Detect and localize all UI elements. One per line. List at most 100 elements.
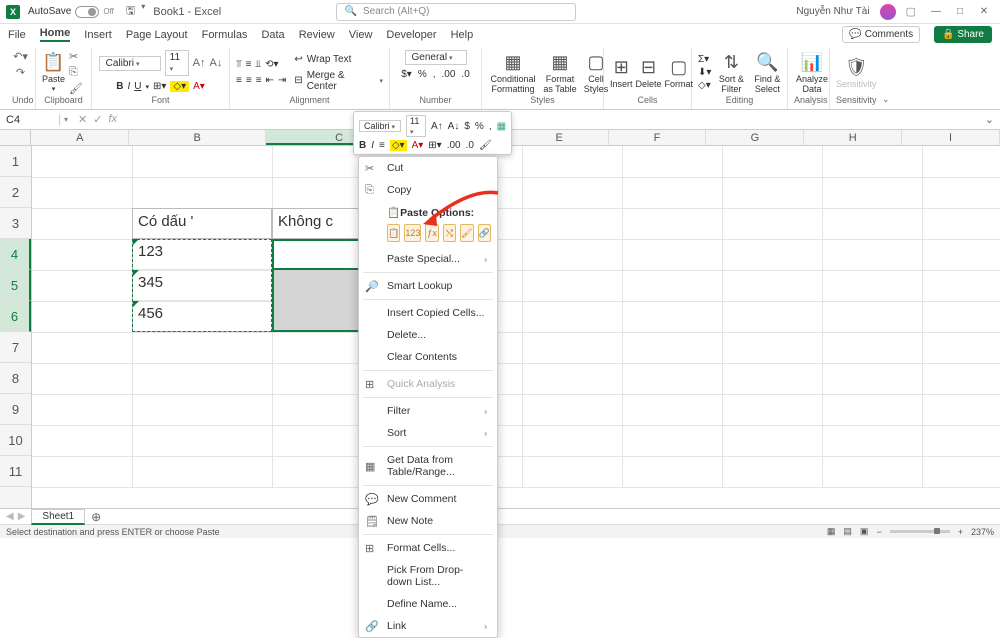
name-box[interactable]: C4	[0, 114, 60, 126]
menu-page-layout[interactable]: Page Layout	[126, 29, 188, 41]
comma-button[interactable]: ,	[433, 69, 436, 80]
format-cells-button[interactable]: ▢Format	[665, 57, 694, 89]
delete-cells-button[interactable]: ⊟Delete	[636, 57, 662, 89]
align-center-icon[interactable]: ≡	[246, 75, 252, 86]
col-header-F[interactable]: F	[609, 130, 707, 145]
cm-insert-copied[interactable]: Insert Copied Cells...	[359, 302, 497, 324]
menu-data[interactable]: Data	[261, 29, 284, 41]
mini-inc-decimal-icon[interactable]: .00	[447, 140, 461, 151]
row-header-6[interactable]: 6	[0, 301, 31, 332]
paste-opt-values[interactable]: 123	[404, 224, 421, 242]
cell-B5[interactable]: 345	[132, 270, 272, 301]
menu-insert[interactable]: Insert	[84, 29, 112, 41]
shrink-font-icon[interactable]: A↓	[210, 57, 223, 69]
cm-copy[interactable]: ⎘Copy	[359, 179, 497, 201]
indent-inc-icon[interactable]: ⇥	[278, 75, 286, 86]
font-name-select[interactable]: Calibri	[99, 56, 161, 71]
analyze-data-button[interactable]: 📊Analyze Data	[794, 52, 830, 94]
paste-opt-link[interactable]: 🔗	[478, 224, 491, 242]
namebox-dropdown-icon[interactable]: ▾	[60, 115, 72, 124]
align-top-icon[interactable]: ⫪	[236, 59, 242, 70]
redo-icon[interactable]: ↷	[16, 66, 25, 79]
fill-icon[interactable]: ⬇▾	[698, 67, 711, 78]
zoom-slider[interactable]	[890, 530, 950, 533]
zoom-in-button[interactable]: +	[958, 527, 963, 537]
menu-home[interactable]: Home	[40, 27, 71, 42]
col-header-B[interactable]: B	[129, 130, 266, 145]
mini-border-icon[interactable]: ⊞▾	[428, 140, 441, 151]
row-header-11[interactable]: 11	[0, 456, 31, 487]
italic-button[interactable]: I	[127, 81, 130, 92]
autosave-toggle[interactable]: AutoSave Off	[28, 6, 114, 18]
col-header-I[interactable]: I	[902, 130, 1000, 145]
inc-decimal-icon[interactable]: .00	[442, 69, 456, 80]
row-header-9[interactable]: 9	[0, 394, 31, 425]
align-left-icon[interactable]: ≡	[236, 75, 242, 86]
minimize-button[interactable]: —	[926, 6, 946, 17]
cut-icon[interactable]: ✂	[69, 50, 83, 63]
row-header-5[interactable]: 5	[0, 270, 31, 301]
copy-icon[interactable]: ⎘	[69, 66, 83, 79]
mini-table-icon[interactable]: ▦	[497, 121, 506, 132]
view-page-icon[interactable]: ▤	[843, 526, 852, 537]
mini-comma-icon[interactable]: ,	[489, 121, 492, 132]
fx-icon[interactable]: fx	[108, 113, 117, 126]
collapse-ribbon-icon[interactable]: ⌄	[878, 90, 894, 109]
cell-B3[interactable]: Có dấu '	[132, 208, 272, 239]
sort-filter-button[interactable]: ⇅Sort & Filter	[715, 52, 747, 94]
align-middle-icon[interactable]: ≡	[246, 59, 252, 70]
row-header-3[interactable]: 3	[0, 208, 31, 239]
autosum-icon[interactable]: Σ▾	[698, 54, 711, 65]
menu-file[interactable]: File	[8, 29, 26, 41]
cm-define-name[interactable]: Define Name...	[359, 593, 497, 615]
cm-new-note[interactable]: 🗒New Note	[359, 510, 497, 532]
font-color-button[interactable]: A▾	[193, 81, 205, 92]
cm-get-data[interactable]: ▦Get Data from Table/Range...	[359, 449, 497, 483]
search-box[interactable]: 🔍 Search (Alt+Q)	[336, 3, 576, 21]
zoom-level[interactable]: 237%	[971, 527, 994, 537]
cm-pick-dropdown[interactable]: Pick From Drop-down List...	[359, 559, 497, 593]
mini-size-select[interactable]: 11	[406, 115, 426, 137]
clear-icon[interactable]: ◇▾	[698, 80, 711, 91]
format-painter-icon[interactable]: 🖌	[69, 82, 83, 95]
sheet-next-icon[interactable]: ▶	[18, 511, 26, 522]
format-as-table-button[interactable]: ▦Format as Table	[540, 52, 580, 94]
align-right-icon[interactable]: ≡	[256, 75, 262, 86]
grow-font-icon[interactable]: A↑	[193, 57, 206, 69]
orientation-icon[interactable]: ⟲▾	[265, 59, 278, 70]
border-button[interactable]: ⊞▾	[153, 81, 166, 92]
cm-delete[interactable]: Delete...	[359, 324, 497, 346]
expand-formula-icon[interactable]: ⌄	[979, 113, 1000, 126]
menu-help[interactable]: Help	[451, 29, 474, 41]
sheet-tab-1[interactable]: Sheet1	[31, 509, 85, 525]
cell-B6[interactable]: 456	[132, 301, 272, 332]
cm-format-cells[interactable]: ⊞Format Cells...	[359, 537, 497, 559]
cm-clear-contents[interactable]: Clear Contents	[359, 346, 497, 368]
number-format-select[interactable]: General	[405, 50, 467, 65]
find-select-button[interactable]: 🔍Find & Select	[751, 52, 783, 94]
paste-opt-transpose[interactable]: ⤭	[443, 224, 456, 242]
cm-paste-special[interactable]: Paste Special...›	[359, 248, 497, 270]
row-header-8[interactable]: 8	[0, 363, 31, 394]
paste-opt-formatting[interactable]: 🖌	[460, 224, 473, 242]
comments-button[interactable]: 💬Comments	[842, 26, 920, 43]
mini-font-color-icon[interactable]: A▾	[412, 140, 424, 151]
menu-view[interactable]: View	[349, 29, 373, 41]
share-button[interactable]: 🔒 Share	[934, 26, 992, 43]
maximize-button[interactable]: □	[950, 6, 970, 17]
qat-dropdown-icon[interactable]: ▾	[141, 2, 145, 21]
mini-shrink-font-icon[interactable]: A↓	[448, 121, 460, 132]
mini-italic-button[interactable]: I	[371, 140, 374, 151]
wrap-text-button[interactable]: ↩Wrap Text	[294, 54, 383, 65]
col-header-G[interactable]: G	[706, 130, 804, 145]
cm-new-comment[interactable]: 💬New Comment	[359, 488, 497, 510]
mini-dec-decimal-icon[interactable]: .0	[466, 140, 474, 151]
view-normal-icon[interactable]: ▦	[827, 526, 836, 537]
sheet-prev-icon[interactable]: ◀	[6, 511, 14, 522]
row-header-1[interactable]: 1	[0, 146, 31, 177]
col-header-E[interactable]: E	[511, 130, 609, 145]
cancel-icon[interactable]: ✕	[78, 113, 87, 126]
cm-cut[interactable]: ✂Cut	[359, 157, 497, 179]
row-header-2[interactable]: 2	[0, 177, 31, 208]
autosave-pill[interactable]	[75, 6, 99, 18]
